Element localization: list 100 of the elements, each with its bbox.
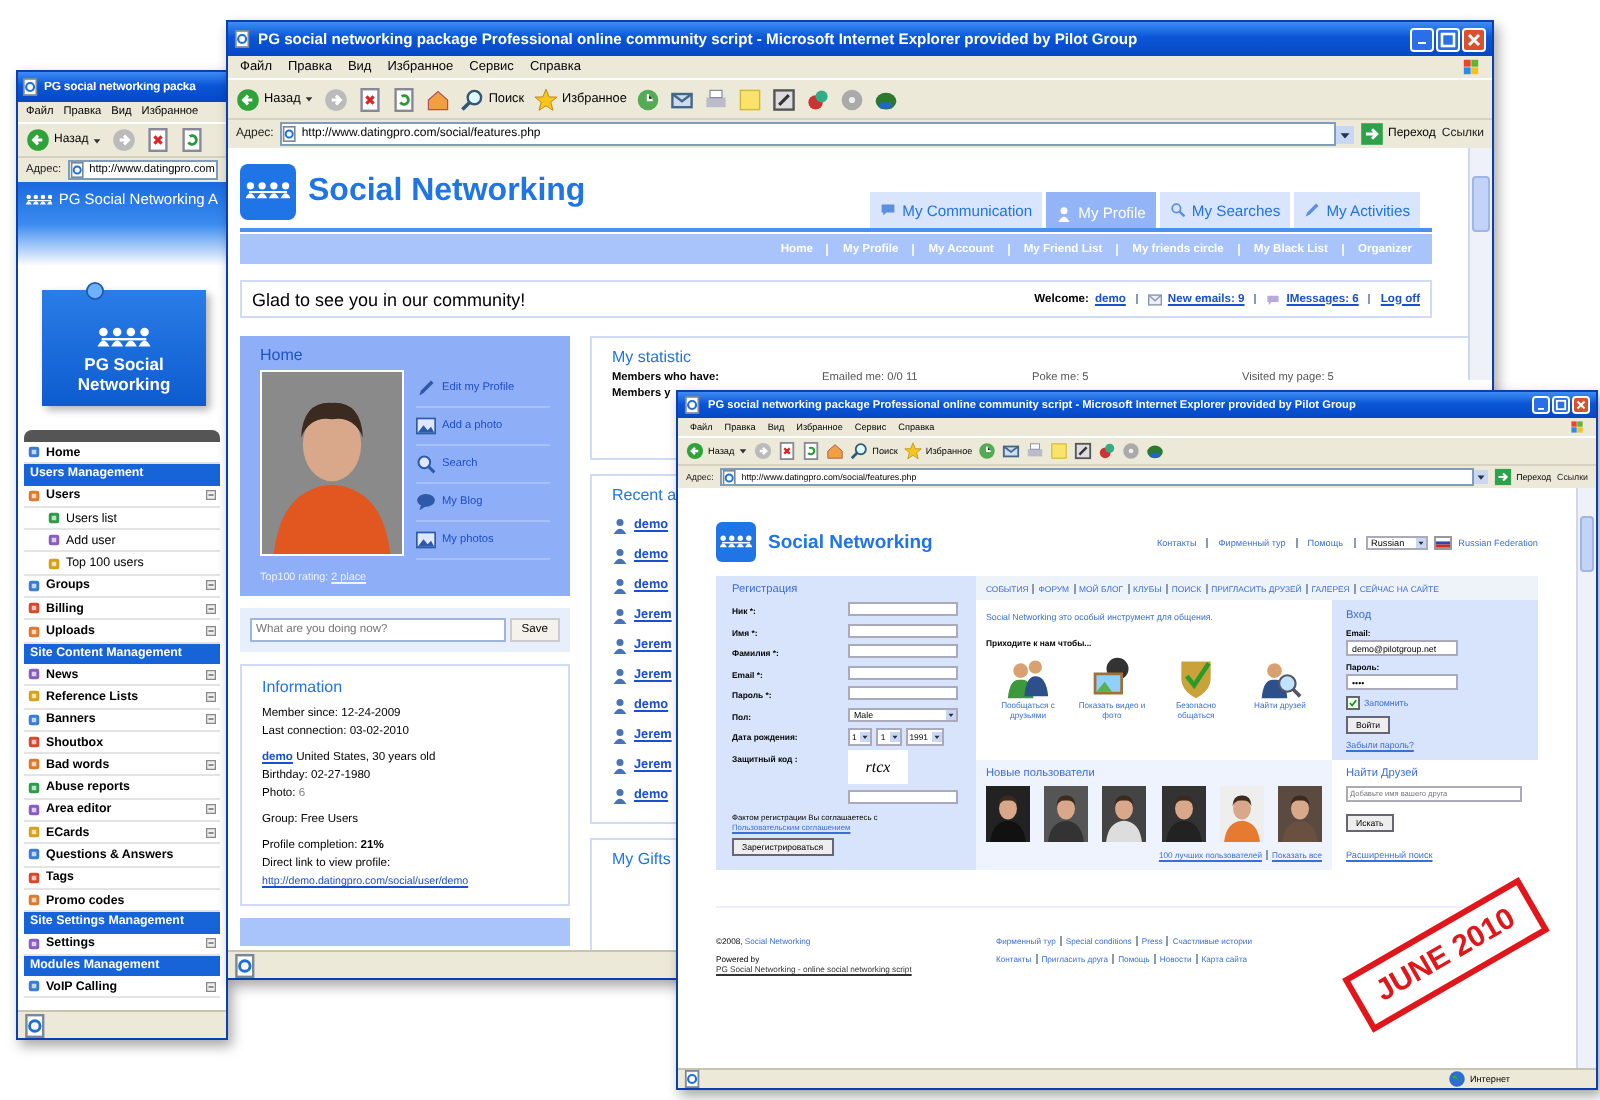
print-icon[interactable]: [704, 87, 729, 111]
refresh-icon[interactable]: [802, 442, 821, 460]
globe-icon: [1447, 1070, 1466, 1088]
person-icon: [612, 547, 628, 563]
square-icon: [28, 736, 40, 748]
collapse-icon[interactable]: [206, 490, 216, 501]
page-icon: [69, 161, 86, 178]
flag-icon: [1434, 535, 1453, 549]
square-icon: [28, 848, 40, 861]
search-icon: [460, 87, 485, 111]
stop-icon[interactable]: [358, 87, 383, 111]
star-icon: [903, 442, 922, 460]
refresh-icon[interactable]: [392, 87, 417, 111]
disc-icon[interactable]: [840, 87, 865, 111]
collapse-icon[interactable]: [206, 714, 216, 725]
windows-flag-icon: [1462, 58, 1480, 76]
scrollbar[interactable]: [1468, 148, 1492, 380]
search-icon: [1169, 202, 1186, 218]
close-button[interactable]: [1462, 27, 1486, 51]
collapse-icon[interactable]: [206, 580, 216, 591]
people-icon: [246, 180, 290, 202]
forward-icon[interactable]: [324, 87, 349, 111]
home-icon[interactable]: [426, 87, 451, 111]
captcha-image: rtcx: [848, 749, 908, 783]
maximize-icon: [1554, 398, 1568, 412]
input-field[interactable]: [848, 665, 958, 679]
square-icon: [28, 489, 40, 502]
input-field[interactable]: [848, 602, 958, 616]
arrow-icon: [1494, 468, 1513, 486]
panel-title: Recent a: [612, 486, 677, 504]
person-icon: [612, 517, 628, 533]
collapse-icon[interactable]: [206, 827, 216, 838]
mail-icon[interactable]: [670, 87, 695, 111]
square-icon: [28, 980, 40, 993]
input-field[interactable]: [848, 686, 958, 700]
caret-icon: [1416, 537, 1427, 547]
search-icon: [416, 454, 436, 474]
collapse-icon[interactable]: [206, 938, 216, 949]
page-icon: [22, 78, 40, 96]
refresh-icon[interactable]: [180, 128, 205, 152]
collapse-icon[interactable]: [206, 981, 216, 992]
person-icon: [1056, 205, 1073, 221]
greeting-text: Glad to see you in our community!: [252, 289, 526, 309]
square-icon: [28, 937, 40, 950]
collapse-icon[interactable]: [206, 804, 216, 815]
input-field[interactable]: [848, 789, 958, 803]
history-icon[interactable]: [978, 442, 997, 460]
image-icon: [416, 530, 436, 550]
collapse-icon[interactable]: [206, 759, 216, 770]
speech-bubble-icon: [880, 202, 897, 218]
maximize-button[interactable]: [1436, 27, 1460, 51]
collapse-icon[interactable]: [206, 691, 216, 702]
input-field[interactable]: [848, 644, 958, 658]
maximize-button[interactable]: [1552, 396, 1570, 414]
person-icon: [612, 607, 628, 623]
square-icon: [28, 602, 40, 615]
dropdown-arrow-icon[interactable]: [1474, 470, 1489, 484]
person-icon: [612, 787, 628, 803]
print-icon[interactable]: [1026, 442, 1045, 460]
panel-title: Information: [262, 676, 343, 700]
square-icon: [48, 534, 60, 547]
site-logo: Social Networking: [308, 173, 586, 209]
search-icon: [850, 442, 869, 460]
minimize-button[interactable]: [1532, 396, 1550, 414]
square-icon: [28, 579, 40, 592]
person-icon: [612, 697, 628, 713]
people-icon: [720, 534, 752, 550]
scrollbar[interactable]: [1576, 488, 1596, 1068]
square-icon: [48, 557, 60, 570]
caret-icon: [92, 135, 103, 145]
person-icon: [612, 757, 628, 773]
disc-icon[interactable]: [1122, 442, 1141, 460]
checkbox[interactable]: [1346, 696, 1360, 710]
caret-icon: [304, 94, 315, 104]
square-icon: [28, 690, 40, 703]
square-icon: [28, 446, 40, 459]
mail-icon[interactable]: [1002, 442, 1021, 460]
input-field[interactable]: [848, 623, 958, 637]
person-icon: [612, 637, 628, 653]
collapse-icon[interactable]: [206, 626, 216, 637]
caret-icon: [946, 709, 956, 719]
stop-icon[interactable]: [146, 128, 171, 152]
stop-icon[interactable]: [778, 442, 797, 460]
collapse-icon[interactable]: [206, 603, 216, 614]
caret-icon: [889, 732, 900, 742]
square-icon: [28, 668, 40, 681]
panel-title: My Gifts: [612, 850, 671, 868]
people-icon: [96, 326, 152, 351]
collapse-icon[interactable]: [206, 669, 216, 680]
speech-bubble-icon: [1266, 293, 1281, 305]
square-icon: [28, 713, 40, 726]
history-icon[interactable]: [636, 87, 661, 111]
minimize-icon: [1417, 42, 1427, 45]
square-icon: [28, 826, 40, 839]
square-icon: [28, 894, 40, 907]
close-icon: [1464, 29, 1484, 49]
home-icon[interactable]: [826, 442, 845, 460]
minimize-button[interactable]: [1410, 27, 1434, 51]
close-button[interactable]: [1572, 396, 1590, 414]
forward-icon[interactable]: [112, 128, 137, 152]
